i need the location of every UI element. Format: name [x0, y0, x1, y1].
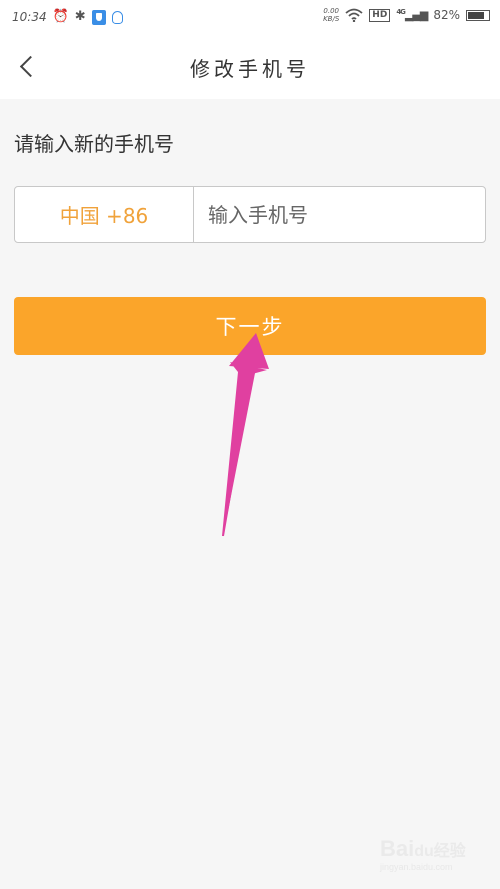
watermark-brand: Bai: [380, 836, 415, 861]
status-bar: 10:34 ⏰ ✱ 0.00 KB/S HD 4G▂▄▆ 82%: [0, 0, 500, 34]
phone-input[interactable]: [194, 187, 485, 242]
net-speed: 0.00 KB/S: [323, 7, 339, 23]
nav-bar: 修改手机号: [0, 34, 500, 99]
alarm-icon: ⏰: [52, 9, 69, 24]
network-type: 4G: [396, 8, 406, 17]
watermark-site: jingyan.baidu.com: [380, 862, 453, 872]
page-title: 修改手机号: [190, 57, 310, 81]
signal-icon: 4G▂▄▆: [396, 8, 428, 22]
watermark: Baidu经验 jingyan.baidu.com: [380, 836, 466, 872]
shield-app-icon: [91, 9, 106, 25]
next-button[interactable]: 下一步: [14, 297, 486, 355]
wifi-icon: [345, 8, 363, 22]
status-time: 10:34: [12, 10, 47, 24]
status-left: 10:34 ⏰ ✱: [12, 9, 123, 25]
battery-fill: [468, 11, 485, 19]
arrow-shaft: [223, 366, 256, 537]
qq-icon: [111, 10, 123, 24]
net-speed-unit: KB/S: [323, 15, 340, 23]
watermark-brand-suffix: du经验: [414, 843, 466, 860]
battery-icon: [466, 9, 490, 21]
battery-percent: 82%: [433, 8, 460, 22]
status-right: 0.00 KB/S HD 4G▂▄▆ 82%: [323, 7, 490, 23]
country-code-selector[interactable]: 中国 +86: [15, 187, 194, 242]
phone-field-group: 中国 +86: [14, 186, 486, 243]
arrow-shape: [222, 362, 267, 536]
form-prompt: 请输入新的手机号: [14, 132, 174, 156]
hd-badge: HD: [369, 8, 391, 22]
net-speed-value: 0.00: [323, 7, 339, 15]
bluetooth-icon: ✱: [74, 9, 86, 24]
